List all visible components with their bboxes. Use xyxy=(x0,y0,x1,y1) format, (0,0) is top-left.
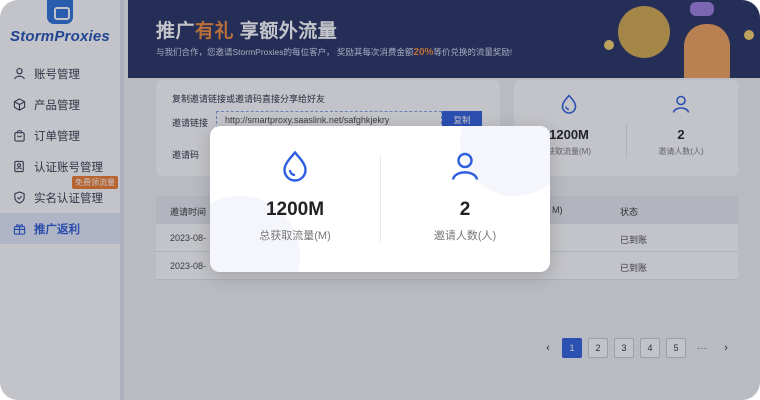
traffic-stat-highlight: 1200M 总获取流量(M) xyxy=(210,150,380,243)
invites-value: 2 xyxy=(459,199,471,220)
app-frame: StormProxies 账号管理 产品管理 订单管理 认证账号管理 免费领流量… xyxy=(0,0,760,400)
invites-stat-highlight: 2 邀请人数(人) xyxy=(380,150,550,243)
invites-label: 邀请人数(人) xyxy=(433,230,497,242)
water-drop-icon xyxy=(283,150,307,182)
stats-highlight-card: 1200M 总获取流量(M) 2 邀请人数(人) xyxy=(210,126,550,272)
person-icon xyxy=(451,152,479,180)
traffic-label: 总获取流量(M) xyxy=(259,230,331,242)
traffic-value: 1200M xyxy=(265,199,325,220)
